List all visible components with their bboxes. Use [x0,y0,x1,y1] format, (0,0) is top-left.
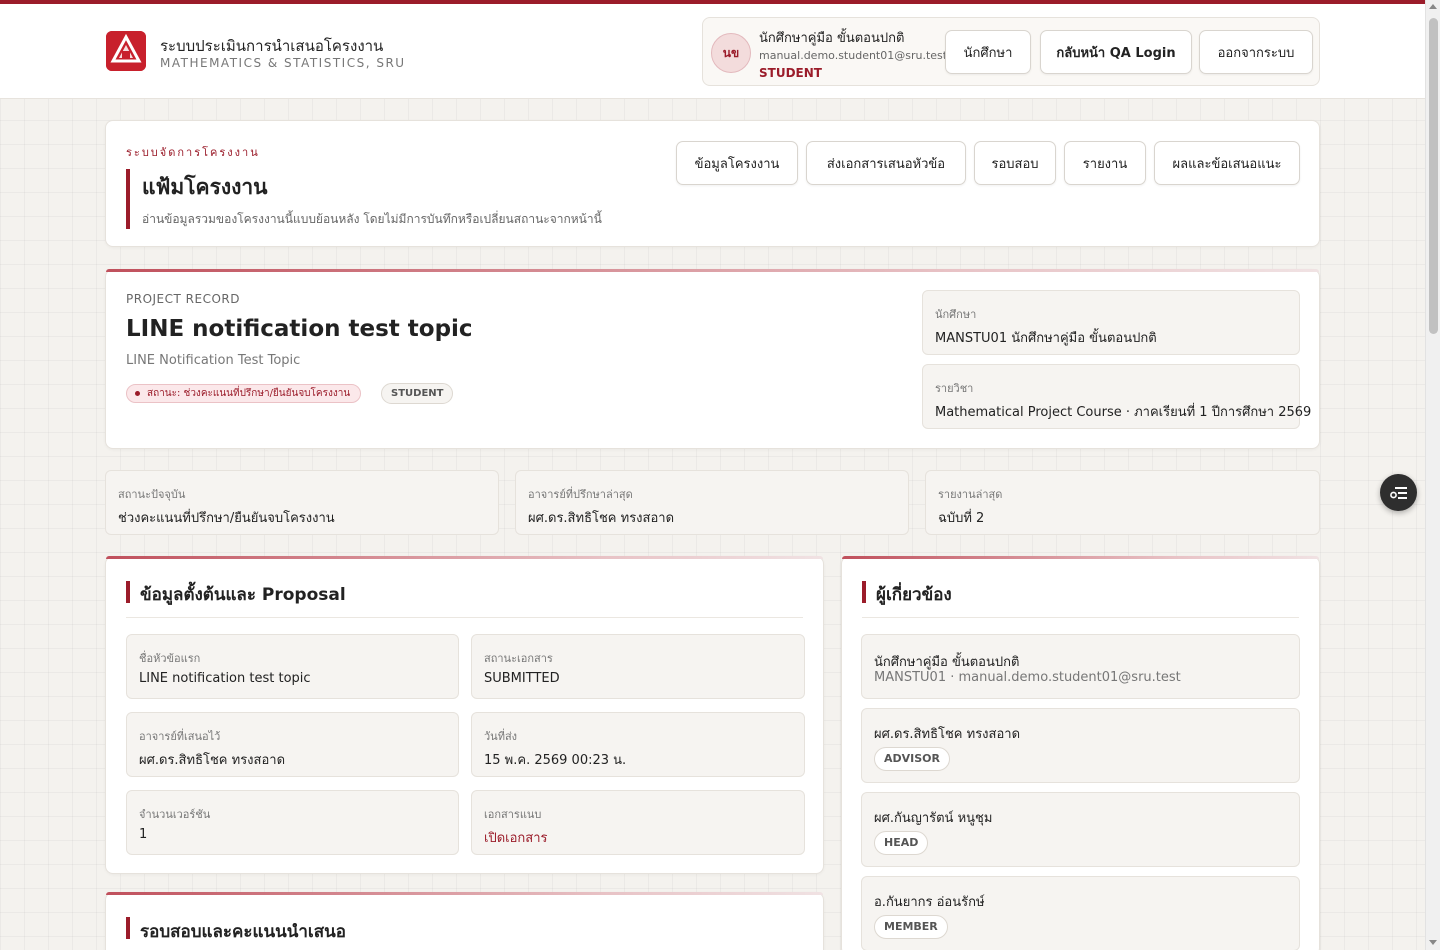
summary-label: สถานะปัจจุบัน [118,488,186,501]
role-badge: STUDENT [381,383,454,404]
floating-menu-button[interactable] [1380,474,1417,511]
field-label: ชื่อหัวข้อแรก [139,652,201,665]
field-value: SUBMITTED [484,671,560,686]
section-divider [862,617,1299,618]
brand-subtitle: MATHEMATICS & STATISTICS, SRU [160,56,406,70]
user-panel: นข นักศึกษาคู่มือ ขั้นตอนปกติ manual.dem… [702,17,1320,86]
page-title: แฟ้มโครงงาน [142,175,268,199]
open-document-link[interactable]: เปิดเอกสาร [484,827,547,848]
list-settings-icon [1389,486,1407,499]
summary-current-status: สถานะปัจจุบัน ช่วงคะแนนที่ปรึกษา/ยืนยันจ… [105,470,499,535]
person-name: อ.กันยากร อ่อนรักษ์ [874,895,985,910]
student-button[interactable]: นักศึกษา [945,30,1031,74]
section-divider [126,617,803,618]
tab-results-feedback[interactable]: ผลและข้อเสนอแนะ [1154,141,1300,185]
person-name: นักศึกษาคู่มือ ขั้นตอนปกติ [874,655,1020,670]
user-email: manual.demo.student01@sru.test [759,49,948,62]
section-accent-bar [126,581,130,603]
project-subtitle: LINE Notification Test Topic [126,353,301,368]
field-value: 1 [139,827,148,842]
student-label: นักศึกษา [935,308,977,321]
status-badge: สถานะ: ช่วงคะแนนที่ปรึกษา/ยืนยันจบโครงงา… [126,384,362,403]
scroll-up-arrow-icon[interactable] [1429,4,1437,9]
person-name: ผศ.ดร.สิทธิโชค ทรงสอาด [874,727,1021,742]
project-record-card: PROJECT RECORD LINE notification test to… [105,269,1320,449]
field-submitted-at: วันที่ส่ง 15 พ.ค. 2569 00:23 น. [471,712,805,777]
field-label: เอกสารแนบ [484,808,542,821]
field-topic: ชื่อหัวข้อแรก LINE notification test top… [126,634,459,699]
tab-reports[interactable]: รายงาน [1064,141,1146,185]
page-description: อ่านข้อมูลรวมของโครงงานนี้แบบย้อนหลัง โด… [142,212,602,226]
field-advisor: อาจารย์ที่เสนอไว้ ผศ.ดร.สิทธิโชค ทรงสอาด [126,712,459,777]
user-role: STUDENT [759,66,822,80]
section-accent-bar [862,581,866,603]
person-role-badge: MEMBER [874,915,948,939]
summary-value: ช่วงคะแนนที่ปรึกษา/ยืนยันจบโครงงาน [118,511,335,526]
student-value: MANSTU01 นักศึกษาคู่มือ ขั้นตอนปกติ [935,331,1157,346]
app-header: ระบบประเมินการนำเสนอโครงงาน MATHEMATICS … [0,4,1425,99]
course-value: Mathematical Project Course · ภาคเรียนที… [935,405,1312,420]
field-attachment: เอกสารแนบ เปิดเอกสาร [471,790,805,855]
field-label: จำนวนเวอร์ชัน [139,808,211,821]
summary-value: ฉบับที่ 2 [938,511,985,526]
user-name: นักศึกษาคู่มือ ขั้นตอนปกติ [759,31,905,46]
person-advisor: ผศ.ดร.สิทธิโชค ทรงสอาด ADVISOR [861,708,1300,783]
course-info-box: รายวิชา Mathematical Project Course · ภา… [922,364,1311,429]
user-avatar: นข [711,33,751,73]
scroll-down-arrow-icon[interactable] [1429,940,1437,945]
course-label: รายวิชา [935,382,974,395]
proposal-card: ข้อมูลตั้งต้นและ Proposal ชื่อหัวข้อแรก … [105,556,824,874]
tab-submit-proposal[interactable]: ส่งเอกสารเสนอหัวข้อ [806,141,966,185]
field-label: วันที่ส่ง [484,730,518,743]
people-section-title: ผู้เกี่ยวข้อง [876,585,952,605]
record-label: PROJECT RECORD [126,292,240,306]
scroll-thumb[interactable] [1429,18,1438,334]
summary-label: อาจารย์ที่ปรึกษาล่าสุด [528,488,633,501]
person-meta: MANSTU01 · manual.demo.student01@sru.tes… [874,670,1181,685]
field-label: อาจารย์ที่เสนอไว้ [139,730,221,743]
person-student: นักศึกษาคู่มือ ขั้นตอนปกติ MANSTU01 · ma… [861,634,1300,699]
project-nav-card: ระบบจัดการโครงงาน แฟ้มโครงงาน อ่านข้อมูล… [105,120,1320,247]
project-title: LINE notification test topic [126,316,473,342]
person-role-badge: HEAD [874,831,929,855]
field-versions: จำนวนเวอร์ชัน 1 [126,790,459,855]
field-value: ผศ.ดร.สิทธิโชค ทรงสอาด [139,753,286,768]
exam-card: รอบสอบและคะแนนนำเสนอ [105,892,824,950]
title-accent-bar [126,169,130,229]
tab-exam-rounds[interactable]: รอบสอบ [974,141,1056,185]
field-value: 15 พ.ค. 2569 00:23 น. [484,753,627,768]
person-name: ผศ.กันญารัตน์ หนูชุม [874,811,993,826]
summary-label: รายงานล่าสุด [938,488,1003,501]
summary-latest-advisor: อาจารย์ที่ปรึกษาล่าสุด ผศ.ดร.สิทธิโชค ทร… [515,470,909,535]
person-role-badge: ADVISOR [874,747,950,771]
summary-latest-report: รายงานล่าสุด ฉบับที่ 2 [925,470,1320,535]
exam-section-title: รอบสอบและคะแนนนำเสนอ [140,922,346,942]
nav-kicker: ระบบจัดการโครงงาน [126,146,260,159]
person-member: อ.กันยากร อ่อนรักษ์ MEMBER [861,876,1300,950]
person-head: ผศ.กันญารัตน์ หนูชุม HEAD [861,792,1300,867]
field-doc-status: สถานะเอกสาร SUBMITTED [471,634,805,699]
brand-title: ระบบประเมินการนำเสนอโครงงาน [160,37,384,55]
student-info-box: นักศึกษา MANSTU01 นักศึกษาคู่มือ ขั้นตอน… [922,290,1300,355]
summary-value: ผศ.ดร.สิทธิโชค ทรงสอาด [528,511,675,526]
qa-login-button[interactable]: กลับหน้า QA Login [1040,30,1192,74]
tab-project-info[interactable]: ข้อมูลโครงงาน [676,141,798,185]
proposal-section-title: ข้อมูลตั้งต้นและ Proposal [140,585,346,605]
section-accent-bar [126,917,130,939]
logout-button[interactable]: ออกจากระบบ [1199,30,1313,74]
page-scrollbar[interactable] [1425,0,1440,950]
sru-logo-icon[interactable] [106,31,146,71]
field-value: LINE notification test topic [139,671,311,686]
field-label: สถานะเอกสาร [484,652,553,665]
people-card: ผู้เกี่ยวข้อง นักศึกษาคู่มือ ขั้นตอนปกติ… [841,556,1320,950]
